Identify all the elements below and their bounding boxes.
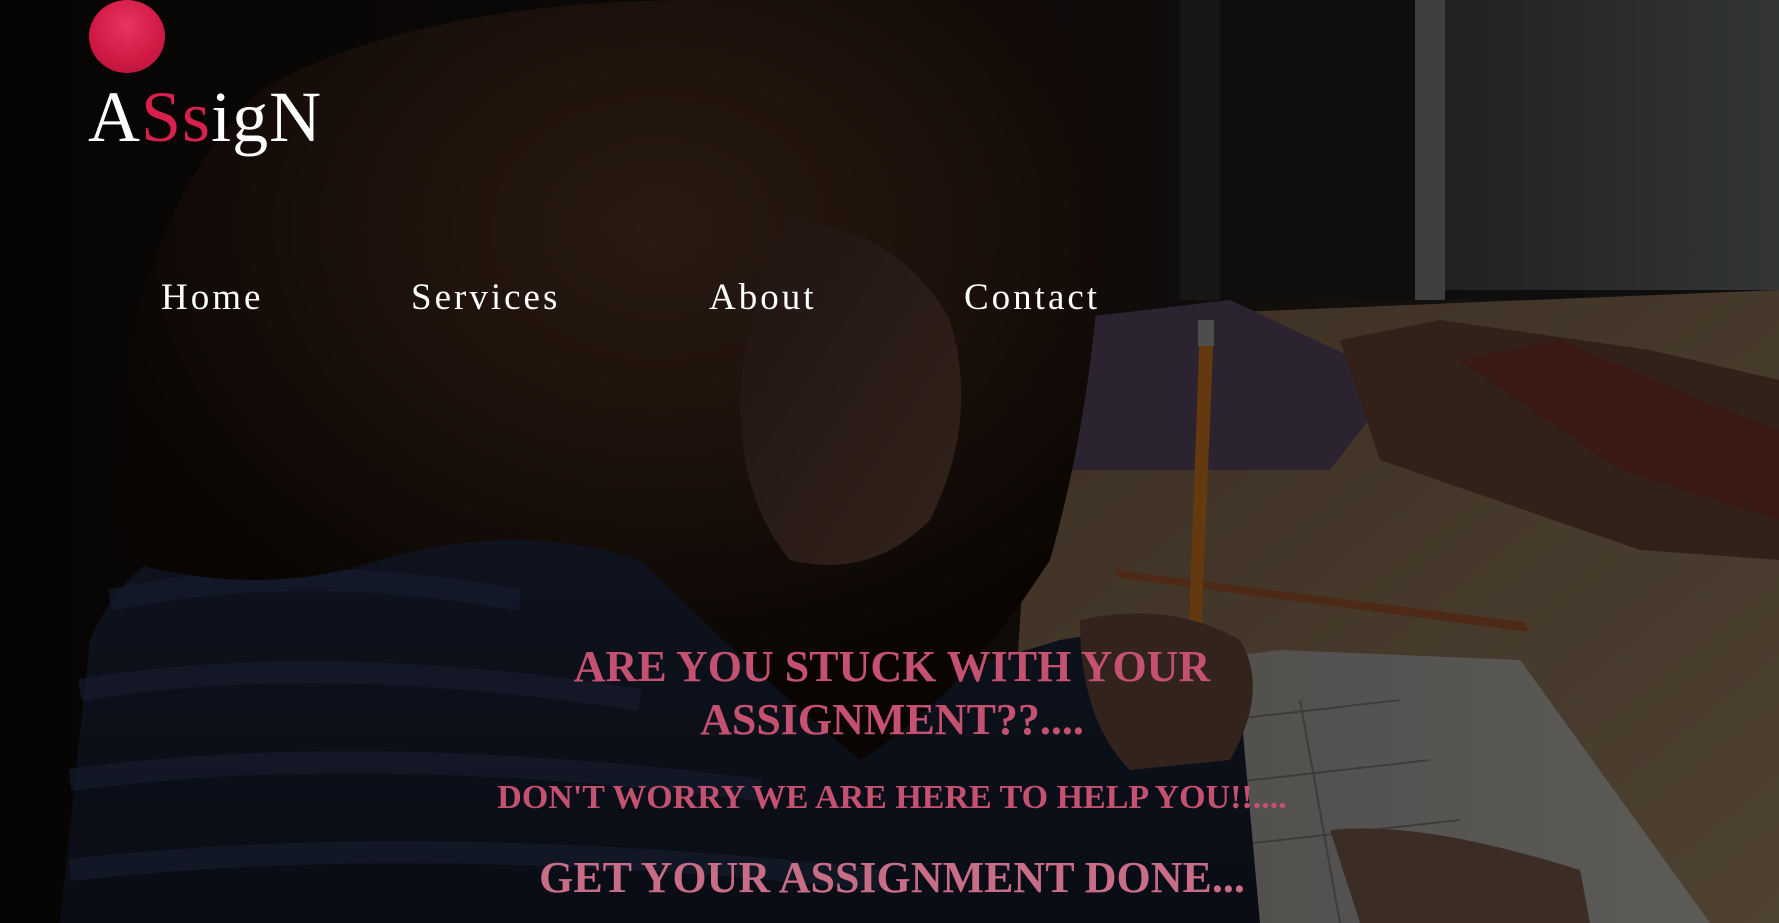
nav-link-services[interactable]: Services bbox=[411, 272, 560, 324]
logo-wordmark: ASsigN bbox=[88, 76, 322, 158]
hero-section: ASsigN Home Services About Contact ARE Y… bbox=[0, 0, 1779, 923]
nav-link-contact[interactable]: Contact bbox=[964, 272, 1100, 324]
nav-link-about[interactable]: About bbox=[709, 272, 817, 324]
main-nav: Home Services About Contact bbox=[0, 272, 1200, 332]
hero-headline: ARE YOU STUCK WITH YOUR ASSIGNMENT??.... bbox=[573, 642, 1211, 744]
nav-link-home[interactable]: Home bbox=[161, 272, 263, 324]
logo-text-accent: Ss bbox=[141, 77, 212, 157]
brand-logo[interactable]: ASsigN bbox=[88, 0, 328, 160]
hero-subheadline: DON'T WORRY WE ARE HERE TO HELP YOU!!...… bbox=[497, 779, 1287, 816]
hero-cta-text: GET YOUR ASSIGNMENT DONE... bbox=[539, 853, 1245, 902]
logo-text-part1: A bbox=[88, 77, 141, 157]
logo-text-part2: igN bbox=[211, 77, 323, 157]
logo-circle-icon bbox=[89, 0, 165, 73]
